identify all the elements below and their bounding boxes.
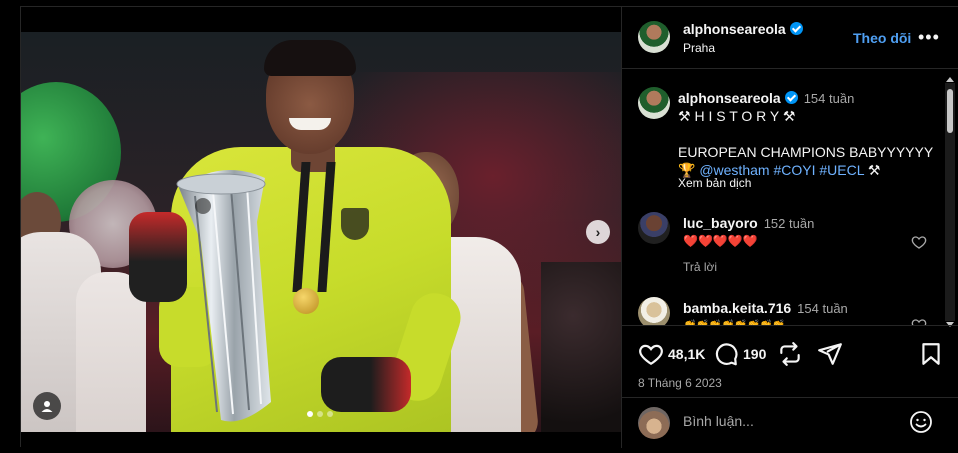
jersey-crest — [341, 208, 369, 240]
post-date[interactable]: 8 Tháng 6 2023 — [638, 376, 722, 390]
caption-line-history: ⚒ H I S T O R Y ⚒ — [678, 108, 796, 124]
carousel-dot — [307, 411, 313, 417]
see-translation-link[interactable]: Xem bản dịch — [678, 176, 751, 190]
comment-header: bamba.keita.716 154 tuần — [683, 299, 848, 318]
goalkeeper-hair — [264, 40, 356, 76]
carousel-dot — [327, 411, 333, 417]
comments-list: alphonseareola 154 tuần ⚒ H I S T O R Y ⚒… — [622, 70, 958, 325]
comment-composer — [622, 397, 958, 448]
post-header: alphonseareola Praha Theo dõi ••• — [622, 7, 958, 69]
caption-line-champions: EUROPEAN CHAMPIONS BABYYYYYY — [678, 144, 934, 160]
goalkeeper-glove-left — [129, 212, 187, 302]
caption-header: alphonseareola 154 tuần — [678, 89, 854, 108]
like-heart-icon[interactable] — [638, 341, 664, 367]
comment-avatar[interactable] — [638, 297, 670, 325]
post-modal: › alphonseareola Praha Theo dõi ••• alph… — [20, 6, 958, 448]
share-send-icon[interactable] — [817, 341, 843, 367]
post-location[interactable]: Praha — [683, 41, 715, 55]
comment-text: 👏👏👏👏👏👏👏👏 — [683, 317, 786, 325]
comment-username[interactable]: luc_bayoro — [683, 215, 758, 231]
emoji-icon[interactable] — [909, 410, 933, 434]
caption-age: 154 tuần — [803, 91, 855, 106]
user-icon — [41, 401, 53, 412]
verified-badge-icon — [789, 22, 803, 35]
post-media: › — [21, 7, 621, 448]
author-username-text[interactable]: alphonseareola — [683, 21, 786, 37]
post-side-panel: alphonseareola Praha Theo dõi ••• alphon… — [621, 7, 958, 448]
crowd-right — [541, 262, 621, 432]
post-actions: 48,1K 190 8 Tháng 6 2023 — [622, 325, 958, 397]
more-options-icon[interactable]: ••• — [918, 27, 940, 48]
verified-badge-icon — [784, 91, 798, 104]
goalkeeper-glove-right — [321, 357, 411, 412]
like-comment-heart-icon[interactable] — [911, 317, 927, 325]
current-user-avatar — [638, 407, 670, 439]
carousel-next-button[interactable]: › — [586, 220, 610, 244]
tagged-users-button[interactable] — [33, 392, 61, 420]
comments-count[interactable]: 190 — [743, 346, 766, 362]
hammers-emoji: ⚒ — [867, 162, 881, 178]
follow-button[interactable]: Theo dõi — [853, 30, 911, 46]
author-avatar[interactable] — [638, 21, 670, 53]
scroll-up-icon[interactable] — [946, 77, 954, 82]
author-username[interactable]: alphonseareola — [683, 21, 803, 37]
like-comment-heart-icon[interactable] — [911, 234, 927, 250]
goalkeeper-smile — [289, 118, 331, 130]
comment-text: ❤️❤️❤️❤️❤️ — [683, 234, 758, 248]
comment-header: luc_bayoro 152 tuần — [683, 214, 814, 233]
reply-button[interactable]: Trả lời — [683, 260, 717, 274]
scrollbar-thumb[interactable] — [947, 89, 953, 133]
repost-icon[interactable] — [777, 341, 803, 367]
likes-count[interactable]: 48,1K — [668, 346, 705, 362]
comments-scrollbar[interactable] — [945, 77, 955, 327]
save-bookmark-icon[interactable] — [918, 341, 944, 367]
comment-age: 152 tuần — [763, 216, 815, 231]
comment-input[interactable] — [683, 413, 893, 429]
chevron-right-icon: › — [595, 224, 601, 240]
comment-username[interactable]: bamba.keita.716 — [683, 300, 791, 316]
caption-username[interactable]: alphonseareola — [678, 90, 781, 106]
carousel-dot — [317, 411, 323, 417]
carousel-indicator — [307, 411, 333, 417]
comment-age: 154 tuần — [797, 301, 848, 316]
comment-bubble-icon[interactable] — [713, 341, 739, 367]
comment-avatar[interactable] — [638, 212, 670, 244]
post-photo[interactable] — [21, 32, 621, 432]
caption-author-avatar[interactable] — [638, 87, 670, 119]
